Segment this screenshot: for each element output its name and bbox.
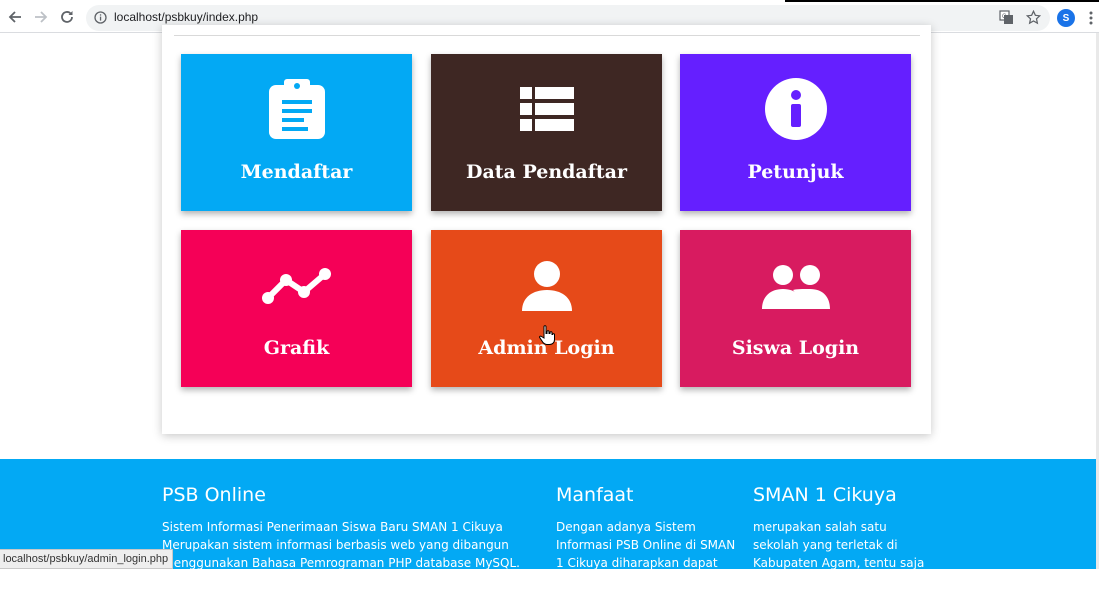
translate-icon[interactable]: G (999, 10, 1014, 30)
footer-text: merupakan salah satu sekolah yang terlet… (753, 520, 925, 588)
user-icon (431, 260, 662, 312)
tile-label: Siswa Login (731, 337, 860, 359)
forward-arrow-icon[interactable] (32, 8, 50, 26)
clipboard-icon (181, 78, 412, 140)
tile-mendaftar[interactable]: Mendaftar (181, 54, 412, 211)
svg-text:G: G (1002, 14, 1007, 20)
users-icon (680, 264, 911, 310)
table-list-icon (431, 87, 662, 131)
footer-text: Sistem Informasi Penerimaan Siswa Baru S… (162, 520, 520, 588)
footer-title: Manfaat (556, 484, 634, 506)
info-icon[interactable] (94, 11, 107, 29)
tile-label: Data Pendaftar (465, 161, 628, 183)
reload-icon[interactable] (58, 8, 76, 26)
tile-label: Grafik (263, 337, 330, 359)
info-circle-icon (680, 78, 911, 140)
profile-avatar[interactable]: S (1057, 9, 1075, 27)
footer-col-sman: SMAN 1 Cikuya merupakan salah satu sekol… (753, 484, 933, 590)
footer-text: Dengan adanya Sistem Informasi PSB Onlin… (556, 520, 736, 570)
tile-grafik[interactable]: Grafik (181, 230, 412, 387)
bookmark-star-icon[interactable] (1025, 9, 1042, 30)
hand-cursor-icon (539, 325, 555, 350)
line-chart-icon (181, 266, 412, 306)
tile-label: Petunjuk (747, 161, 844, 183)
tile-label: Mendaftar (240, 161, 353, 183)
divider (174, 35, 920, 36)
tile-admin-login[interactable]: Admin Login (431, 230, 662, 387)
status-bar: localhost/psbkuy/admin_login.php (0, 549, 174, 569)
tile-siswa-login[interactable]: Siswa Login (680, 230, 911, 387)
footer-col-manfaat: Manfaat Dengan adanya Sistem Informasi P… (556, 484, 736, 572)
menu-dots-icon[interactable] (1089, 11, 1093, 30)
tile-data-pendaftar[interactable]: Data Pendaftar (431, 54, 662, 211)
footer-title: PSB Online (162, 484, 266, 506)
back-arrow-icon[interactable] (6, 8, 24, 26)
url-text[interactable]: localhost/psbkuy/index.php (114, 10, 258, 24)
footer-title: SMAN 1 Cikuya (753, 484, 897, 506)
tile-petunjuk[interactable]: Petunjuk (680, 54, 911, 211)
footer-col-psb: PSB Online Sistem Informasi Penerimaan S… (162, 484, 540, 590)
